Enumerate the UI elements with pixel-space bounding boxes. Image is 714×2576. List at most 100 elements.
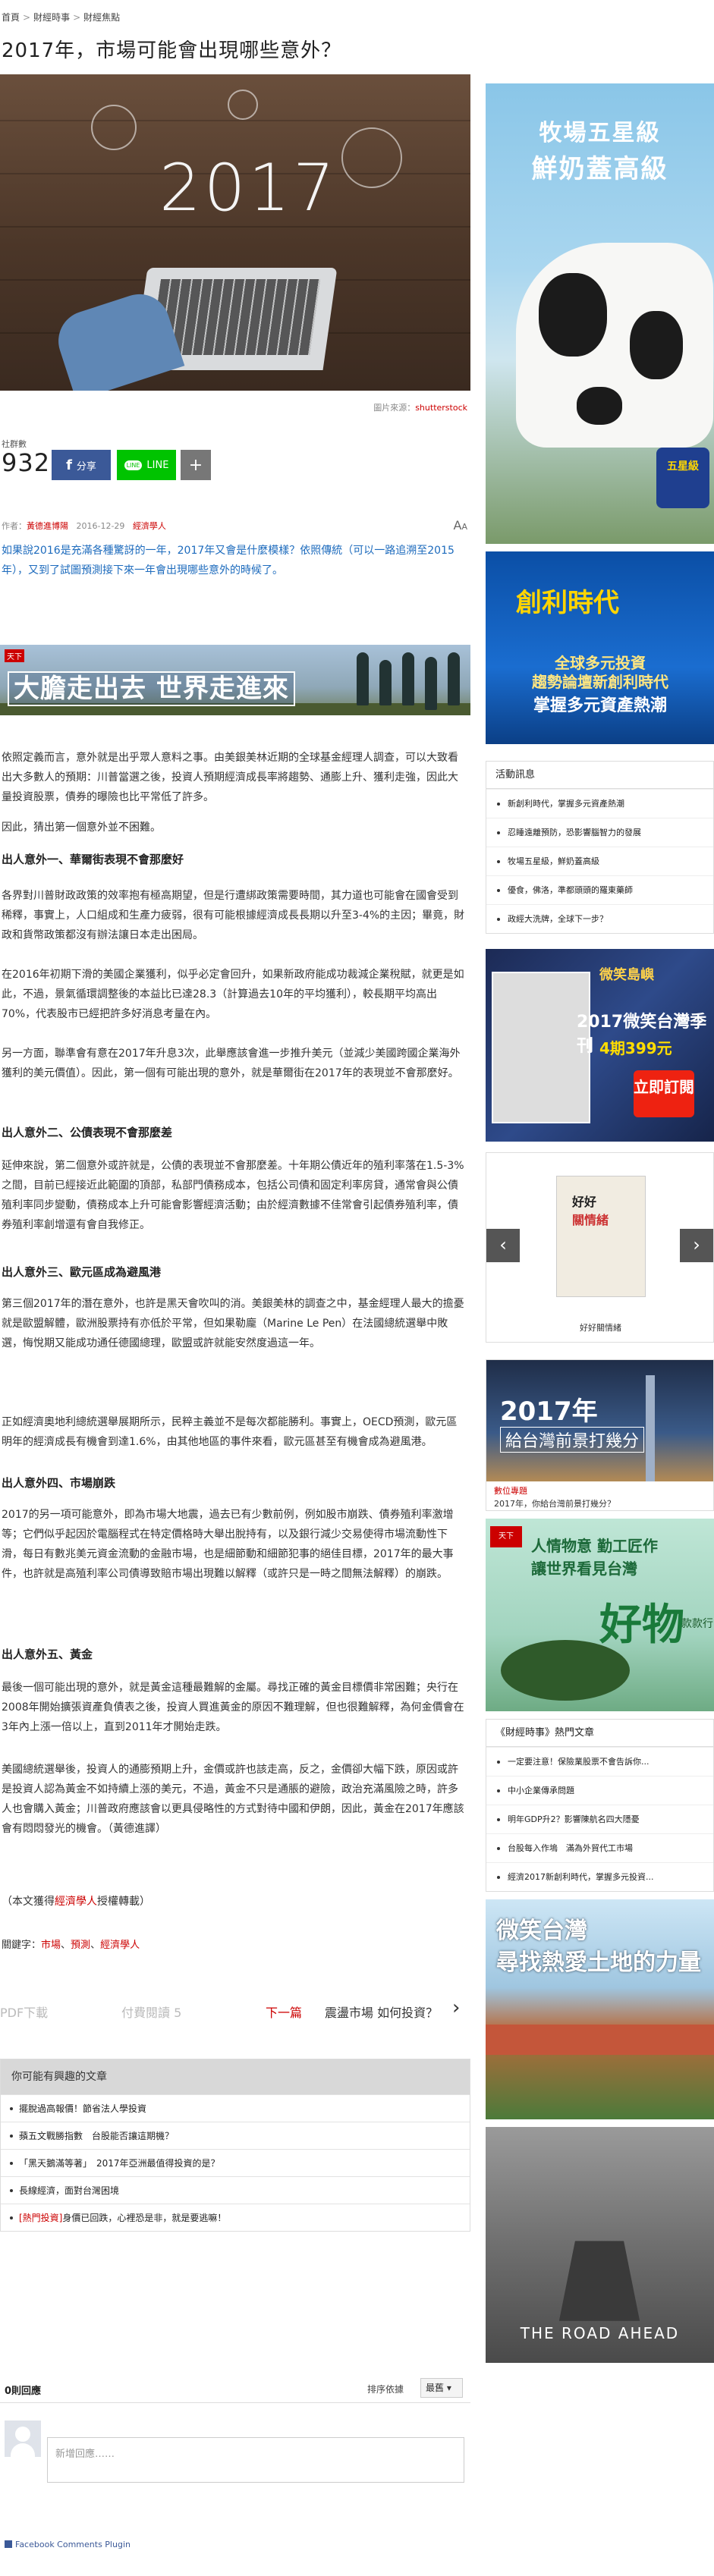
event-item[interactable]: 牧場五星級，鮮奶蓋高級 xyxy=(486,847,713,875)
breadcrumb: 首頁 > 財經時事 > 財經焦點 xyxy=(2,12,121,23)
hero-year: 2017 xyxy=(159,150,338,226)
credit-link[interactable]: shutterstock xyxy=(415,403,467,413)
chevron-down-icon: ▾ xyxy=(446,2383,451,2393)
pdf-download-link[interactable]: PDF下載 xyxy=(0,2003,48,2021)
sort-label: 排序依據 xyxy=(367,2384,404,2395)
popular-item[interactable]: 台股每入作塢 滿為外貿代工市場 xyxy=(486,1833,713,1862)
next-article-title[interactable]: 震盪市場 如何投資？ xyxy=(325,2003,438,2021)
feature-caption[interactable]: 2017年，你給台灣前景打幾分？ xyxy=(494,1497,615,1509)
section-heading: 出人意外五、黃金 xyxy=(2,1648,93,1661)
section-heading: 出人意外一、華爾街表現不會那麼好 xyxy=(2,853,184,866)
list-item[interactable]: 擺脫過高報價！節省法人學投資 xyxy=(1,2094,470,2122)
ad-investment-title: 創利時代 xyxy=(516,588,619,618)
avatar xyxy=(5,2420,41,2457)
page-title: 2017年，市場可能會出現哪些意外？ xyxy=(2,39,342,62)
keywords: 關鍵字：市場、預測、經濟學人 xyxy=(2,1940,140,1951)
popular-item[interactable]: 明年GDP升2？影響陳航名四大隱憂 xyxy=(486,1805,713,1833)
hero-image: 2017 xyxy=(0,74,470,391)
image-credit: 圖片來源：shutterstock xyxy=(373,403,467,413)
share-count: 932 xyxy=(2,448,51,477)
events-heading: 活動訊息 xyxy=(486,762,713,789)
source-link[interactable]: 經濟學人 xyxy=(55,1896,97,1908)
ad-banner[interactable]: 天下 大膽走出去 世界走進來 xyxy=(0,645,470,715)
book-caption[interactable]: 好好關情緒 xyxy=(486,1321,714,1334)
more-share-button[interactable]: + xyxy=(181,450,211,480)
facebook-icon: f xyxy=(66,457,72,473)
popular-item[interactable]: 一定要注意！保險業股票不會告訴你... xyxy=(486,1747,713,1776)
ad-investment-line3: 掌握多元資產熱潮 xyxy=(533,696,667,715)
events-box: 活動訊息 新創利時代，掌握多元資產熱潮 忍睡遠離預防，恐影響腦智力的發展 牧場五… xyxy=(486,761,714,934)
article-lead: 如果說2016是充滿各種驚訝的一年，2017年又會是什麼模樣？依照傳統（可以一路… xyxy=(2,545,455,576)
breadcrumb-home[interactable]: 首頁 xyxy=(2,12,20,23)
list-item[interactable]: 「黑天鵝滿等著」 2017年亞洲最值得投資的是？ xyxy=(1,2149,470,2176)
event-item[interactable]: 優食，佛洛，準都頭頭的羅東藥師 xyxy=(486,875,713,904)
body-paragraph: 2017的另一項可能意外，即為市場大地震，過去已有少數前例，例如股市崩跌、債券殖… xyxy=(2,1509,454,1580)
section-heading: 出人意外三、歐元區成為避風港 xyxy=(2,1265,162,1279)
facebook-icon xyxy=(5,2540,12,2548)
comment-count: 0則回應 xyxy=(5,2386,42,2397)
ad-magazine[interactable]: 微笑島嶼 2017微笑台灣季刊 4期399元 立即訂閱 xyxy=(486,949,714,1142)
book-cover[interactable]: 好好 關情緒 xyxy=(556,1176,646,1297)
facebook-share-button[interactable]: f 分享 xyxy=(52,450,111,480)
author-link[interactable]: 黃德進博陽 xyxy=(27,521,68,531)
category-link[interactable]: 經濟學人 xyxy=(133,521,166,531)
main-column: 首頁 > 財經時事 > 財經焦點 2017年，市場可能會出現哪些意外？ 2017 圖片來… xyxy=(0,0,470,2549)
body-paragraph: 第三個2017年的潛在意外，也許是黑天會吹叫的消。美銀美林的調查之中，基金經理人… xyxy=(2,1298,464,1349)
next-article-label[interactable]: 下一篇 xyxy=(266,2003,302,2021)
breadcrumb-sub[interactable]: 財經焦點 xyxy=(83,12,120,23)
body-paragraph: 最後一個可能出現的意外，就是黃金這種最難解的金屬。尋找正確的黃金目標價非常困難；… xyxy=(2,1682,464,1733)
popular-item[interactable]: 中小企業傳承問題 xyxy=(486,1776,713,1805)
article-meta: 作者：黃德進博陽 2016-12-29 經濟學人 AA xyxy=(2,518,467,532)
ad-road-ahead[interactable]: THE ROAD AHEAD xyxy=(486,2127,714,2363)
publish-date: 2016-12-29 xyxy=(76,521,125,531)
fb-plugin-link[interactable]: Facebook Comments Plugin xyxy=(5,2540,131,2549)
source-note: （本文獲得經濟學人授權轉載） xyxy=(2,1896,150,1908)
body-paragraph: 延伸來說，第二個意外或許就是，公債的表現並不會那麼差。十年期公債近年的殖利率落在… xyxy=(2,1160,464,1231)
book-carousel: ‹ 好好 關情緒 › 好好關情緒 xyxy=(486,1152,714,1343)
body-paragraph: 各界對川普財政政策的效率抱有極高期望，但是行遭綁政策需要時間，其力道也可能會在國… xyxy=(2,890,465,941)
related-articles: 你可能有興趣的文章 擺脫過高報價！節省法人學投資 蘋五文戰勝指數 台股能否讓這期… xyxy=(0,2059,470,2232)
keyword-link[interactable]: 預測 xyxy=(71,1940,90,1951)
body-paragraph: 美國總統選舉後，投資人的通膨預期上升，金價或許也該走高，反之，金價卻大幅下跌，原… xyxy=(2,1764,464,1835)
list-item[interactable]: [熱門投資]身價已回跌，心裡恐是非，就是要逃嘛！ xyxy=(1,2204,470,2231)
comment-input[interactable]: 新增回應…… xyxy=(47,2437,464,2483)
font-size-toggle[interactable]: AA xyxy=(454,518,467,532)
chevron-right-icon[interactable]: › xyxy=(452,1996,460,2019)
feature-tag: 數位專題 xyxy=(494,1486,527,1496)
list-item[interactable]: 蘋五文戰勝指數 台股能否讓這期機？ xyxy=(1,2122,470,2149)
breadcrumb-section[interactable]: 財經時事 xyxy=(33,12,70,23)
popular-heading: 《財經時事》熱門文章 xyxy=(486,1720,713,1747)
line-icon: LINE xyxy=(124,460,143,470)
chevron-left-icon[interactable]: ‹ xyxy=(486,1229,520,1262)
ad-milk[interactable]: 牧場五星級 鮮奶蓋高級 五星級 xyxy=(486,83,714,544)
ad-milk-line1: 牧場五星級 xyxy=(539,120,661,146)
body-paragraph: 依照定義而言，意外就是出乎眾人意料之事。由美銀美林近期的全球基金經理人調查，可以… xyxy=(2,752,458,803)
ad-milk-logo: 五星級 xyxy=(656,448,709,508)
chevron-right-icon[interactable]: › xyxy=(680,1229,713,1262)
sort-select[interactable]: 最舊 ▾ xyxy=(420,2378,463,2398)
ad-smile-taiwan[interactable]: 微笑台灣 尋找熱愛土地的力量 xyxy=(486,1899,714,2119)
feature-card[interactable]: 2017年 給台灣前景打幾分 數位專題 2017年，你給台灣前景打幾分？ xyxy=(486,1359,714,1511)
event-item[interactable]: 政經大洗牌，全球下一步？ xyxy=(486,904,713,933)
ad-goods[interactable]: 天下 人情物意 勤工匠作 讓世界看見台灣 好物 款款行 xyxy=(486,1519,714,1711)
banner-text: 大膽走出去 世界走進來 xyxy=(8,671,295,706)
banner-badge: 天下 xyxy=(5,649,24,662)
ad-investment[interactable]: 創利時代 全球多元投資 趨勢論壇新創利時代 掌握多元資產熱潮 xyxy=(486,551,714,744)
section-heading: 出人意外四、市場崩跌 xyxy=(2,1476,116,1490)
related-heading: 你可能有興趣的文章 xyxy=(1,2059,470,2094)
paid-read-link[interactable]: 付費閱讀 5 xyxy=(121,2003,181,2021)
popular-box: 《財經時事》熱門文章 一定要注意！保險業股票不會告訴你... 中小企業傳承問題 … xyxy=(486,1719,714,1892)
keyword-link[interactable]: 市場 xyxy=(41,1940,61,1951)
event-item[interactable]: 新創利時代，掌握多元資產熱潮 xyxy=(486,789,713,818)
keyword-link[interactable]: 經濟學人 xyxy=(100,1940,140,1951)
popular-item[interactable]: 經濟2017新創利時代，掌握多元投資... xyxy=(486,1862,713,1891)
article-pager: PDF下載 付費閱讀 5 下一篇 震盪市場 如何投資？ › xyxy=(0,1995,470,2025)
body-paragraph: 正如經濟奧地利總統選舉展期所示，民粹主義並不是每次都能勝利。事實上，OECD預測… xyxy=(2,1416,458,1448)
subscribe-button[interactable]: 立即訂閱 xyxy=(634,1070,694,1117)
ad-milk-line2: 鮮奶蓋高級 xyxy=(531,154,668,184)
sidebar: 牧場五星級 鮮奶蓋高級 五星級 創利時代 全球多元投資 趨勢論壇新創利時代 掌握多… xyxy=(486,83,714,2363)
list-item[interactable]: 長線經濟，面對台灣困境 xyxy=(1,2176,470,2204)
event-item[interactable]: 忍睡遠離預防，恐影響腦智力的發展 xyxy=(486,818,713,847)
line-share-button[interactable]: LINE LINE xyxy=(117,450,176,480)
section-heading: 出人意外二、公債表現不會那麼差 xyxy=(2,1126,173,1139)
